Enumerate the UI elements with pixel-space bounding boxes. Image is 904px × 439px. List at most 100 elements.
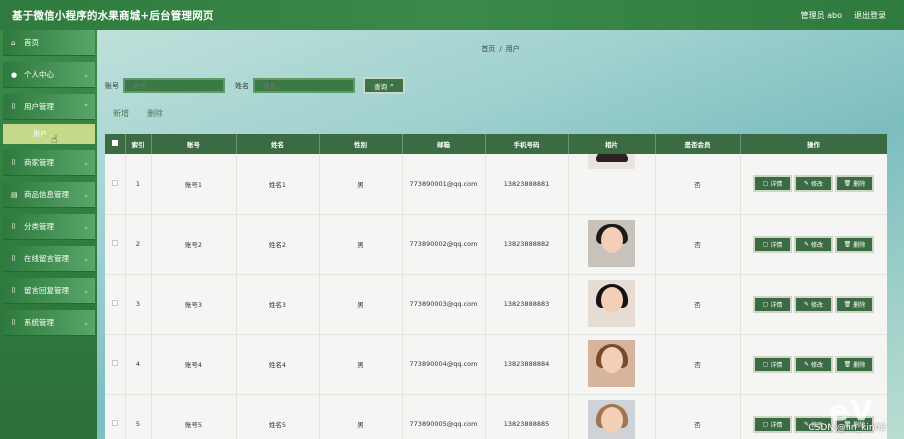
- row-checkbox[interactable]: [111, 179, 118, 186]
- trash-icon: 🗑: [843, 240, 852, 248]
- cell-email: 773890002@qq.com: [402, 214, 486, 275]
- table-actions: 新增 删除: [113, 108, 163, 119]
- cell-gender: 男: [319, 214, 403, 275]
- account-search-input[interactable]: [123, 78, 225, 93]
- sidebar-subitem-user[interactable]: 用户 ☝: [3, 124, 95, 146]
- cell-account: 账号1: [151, 154, 237, 215]
- sidebar-item-category[interactable]: ⠿ 分类管理 ⌄: [3, 214, 95, 240]
- row-checkbox[interactable]: [111, 420, 118, 426]
- detail-button[interactable]: ▢ 详情: [753, 295, 792, 313]
- delete-button[interactable]: 🗑 删除: [835, 295, 874, 313]
- chevron-up-icon: ⌃: [83, 102, 89, 111]
- user-icon: ●: [11, 70, 18, 79]
- cell-account: 账号3: [151, 274, 237, 335]
- detail-button[interactable]: ▢ 详情: [753, 175, 792, 193]
- cell-index: 3: [125, 274, 152, 335]
- chevron-down-icon: ⌄: [83, 286, 89, 295]
- grid-icon: ⠿: [11, 158, 17, 167]
- sidebar-item-system[interactable]: ⠿ 系统管理 ⌄: [3, 310, 95, 336]
- logout-link[interactable]: 退出登录: [854, 10, 886, 21]
- cell-phone: 13823888885: [485, 394, 569, 439]
- select-all-checkbox[interactable]: [111, 140, 118, 146]
- table-header-row: 索引 账号 姓名 性别 邮箱 手机号码 相片 是否会员 操作: [105, 134, 887, 154]
- name-label: 姓名: [235, 81, 249, 90]
- account-label: 账号: [105, 81, 119, 90]
- name-search-input[interactable]: [253, 78, 355, 93]
- cell-email: 773890001@qq.com: [402, 154, 486, 215]
- user-photo: [588, 154, 635, 169]
- cell-account: 账号4: [151, 334, 237, 395]
- cell-index: 1: [125, 154, 152, 215]
- table-row: 2 账号2 姓名2 男 773890002@qq.com 13823888882…: [105, 214, 887, 275]
- edit-icon: ✎: [803, 300, 809, 308]
- user-photo: [588, 339, 635, 387]
- top-bar: 基于微信小程序的水果商城+后台管理网页 管理员 abo 退出登录: [0, 0, 904, 30]
- user-table: 索引 账号 姓名 性别 邮箱 手机号码 相片 是否会员 操作 1 账号1 姓名1…: [105, 134, 887, 439]
- sidebar-item-personal-center[interactable]: ● 个人中心 ⌄: [3, 62, 95, 88]
- delete-button[interactable]: 🗑 删除: [835, 175, 874, 193]
- delete-button[interactable]: 🗑 删除: [835, 235, 874, 253]
- sidebar-item-label: 系统管理: [24, 318, 54, 327]
- cell-operations: ▢ 详情 ✎ 修改 🗑 删除: [740, 214, 887, 275]
- trash-icon: 🗑: [843, 300, 852, 308]
- sidebar-item-home[interactable]: ⌂ 首页: [3, 30, 95, 56]
- bulk-delete-button[interactable]: 删除: [147, 108, 163, 119]
- sidebar-item-label: 分类管理: [24, 222, 54, 231]
- column-header: 相片: [568, 134, 656, 154]
- cell-account: 账号5: [151, 394, 237, 439]
- breadcrumb-separator: /: [499, 45, 502, 53]
- edit-button[interactable]: ✎ 修改: [794, 235, 833, 253]
- detail-button[interactable]: ▢ 详情: [753, 235, 792, 253]
- trash-icon: 🗑: [843, 360, 852, 368]
- chevron-down-icon: ⌄: [83, 222, 89, 231]
- cell-email: 773890005@qq.com: [402, 394, 486, 439]
- sidebar-item-online-message[interactable]: ⠿ 在线留言管理 ⌄: [3, 246, 95, 272]
- sidebar-item-user-management[interactable]: ⠿ 用户管理 ⌃: [3, 94, 95, 120]
- sidebar-item-label: 留言回复管理: [24, 286, 69, 295]
- cell-index: 5: [125, 394, 152, 439]
- row-checkbox[interactable]: [111, 240, 118, 246]
- sidebar-item-message-reply[interactable]: ⠿ 留言回复管理 ⌄: [3, 278, 95, 304]
- edit-button[interactable]: ✎ 修改: [794, 295, 833, 313]
- grid-icon: ⠿: [11, 102, 17, 111]
- sidebar-item-label: 在线留言管理: [24, 254, 69, 263]
- app-title: 基于微信小程序的水果商城+后台管理网页: [12, 9, 214, 22]
- chevron-down-icon: ⌄: [83, 190, 89, 199]
- cell-gender: 男: [319, 394, 403, 439]
- delete-button[interactable]: 🗑 删除: [835, 355, 874, 373]
- row-checkbox[interactable]: [111, 300, 118, 306]
- chevron-down-icon: ⌄: [83, 158, 89, 167]
- column-header: 邮箱: [402, 134, 486, 154]
- cell-operations: ▢ 详情 ✎ 修改 🗑 删除: [740, 154, 887, 215]
- sidebar: ⌂ 首页 ● 个人中心 ⌄ ⠿ 用户管理 ⌃ 用户 ☝ ⠿ 商家管理 ⌄ ▤ 商…: [0, 30, 97, 439]
- cell-operations: ▢ 详情 ✎ 修改 🗑 删除: [740, 334, 887, 395]
- query-button-label: 查询: [374, 82, 388, 91]
- cell-account: 账号2: [151, 214, 237, 275]
- grid-icon: ⠿: [11, 286, 17, 295]
- edit-button[interactable]: ✎ 修改: [794, 175, 833, 193]
- sidebar-item-merchant-management[interactable]: ⠿ 商家管理 ⌄: [3, 150, 95, 176]
- select-all-checkbox-cell[interactable]: [105, 134, 126, 154]
- sidebar-item-label: 首页: [24, 38, 39, 47]
- detail-icon: ▢: [762, 360, 769, 368]
- chevron-down-icon: ⌄: [83, 254, 89, 263]
- query-button[interactable]: 查询 ⌕: [363, 77, 405, 94]
- breadcrumb-home[interactable]: 首页: [481, 45, 495, 53]
- edit-button[interactable]: ✎ 修改: [794, 355, 833, 373]
- chevron-down-icon: ⌄: [83, 318, 89, 327]
- column-header: 操作: [740, 134, 887, 154]
- cell-member: 否: [655, 334, 741, 395]
- grid-icon: ⠿: [11, 254, 17, 263]
- detail-button[interactable]: ▢ 详情: [753, 415, 792, 433]
- breadcrumb-current: 用户: [505, 45, 520, 53]
- row-checkbox[interactable]: [111, 360, 118, 366]
- watermark-text: CSDN @lin_kin02: [808, 423, 886, 433]
- cell-name: 姓名1: [236, 154, 320, 215]
- cell-gender: 男: [319, 154, 403, 215]
- table-row: 3 账号3 姓名3 男 773890003@qq.com 13823888883…: [105, 274, 887, 335]
- column-header: 手机号码: [485, 134, 569, 154]
- sidebar-item-label: 商品信息管理: [24, 190, 69, 199]
- add-button[interactable]: 新增: [113, 108, 129, 119]
- sidebar-item-product-info[interactable]: ▤ 商品信息管理 ⌄: [3, 182, 95, 208]
- detail-button[interactable]: ▢ 详情: [753, 355, 792, 373]
